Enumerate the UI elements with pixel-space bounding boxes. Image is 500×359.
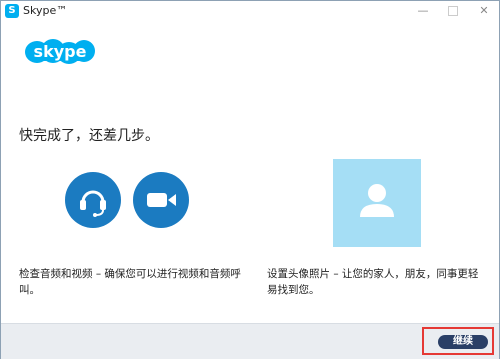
headset-icon: [80, 190, 106, 217]
skype-app-icon: S: [5, 4, 19, 18]
maximize-button[interactable]: [438, 1, 468, 21]
close-button[interactable]: ✕: [469, 1, 499, 21]
person-icon: [360, 184, 394, 217]
skype-logo: skype: [25, 39, 95, 64]
logo-text: skype: [34, 42, 87, 61]
skype-window: S Skype™ — ✕ skype 快完成了，还差几步。 检查音频和视频 – …: [0, 0, 500, 359]
maximize-icon: [448, 6, 458, 16]
audio-video-description: 检查音频和视频 – 确保您可以进行视频和音频呼叫。: [19, 268, 241, 296]
video-camera-icon: [147, 193, 176, 207]
continue-button[interactable]: 继续: [438, 335, 488, 349]
profile-photo-placeholder[interactable]: [333, 159, 421, 247]
title-bar: S Skype™ — ✕: [1, 1, 499, 21]
page-heading: 快完成了，还差几步。: [19, 128, 159, 144]
minimize-button[interactable]: —: [408, 1, 438, 21]
video-settings-button[interactable]: [133, 172, 189, 228]
audio-settings-button[interactable]: [65, 172, 121, 228]
window-title: Skype™: [23, 4, 68, 17]
profile-photo-description: 设置头像照片 – 让您的家人，朋友，同事更轻易找到您。: [267, 268, 479, 296]
